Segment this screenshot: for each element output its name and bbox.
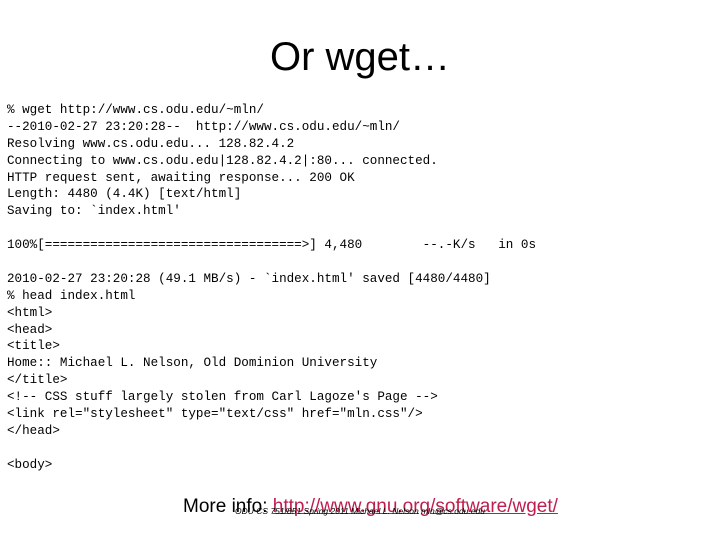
terminal-line: HTTP request sent, awaiting response... … (7, 170, 355, 185)
terminal-line: <link rel="stylesheet" type="text/css" h… (7, 407, 423, 422)
terminal-line: </title> (7, 373, 68, 388)
terminal-line: <title> (7, 339, 60, 354)
terminal-line: Resolving www.cs.odu.edu... 128.82.4.2 (7, 136, 295, 151)
terminal-line: </head> (7, 423, 60, 438)
terminal-line: % head index.html (7, 288, 136, 303)
terminal-line: Length: 4480 (4.4K) [text/html] (7, 187, 242, 202)
terminal-line: 100%[==================================>… (7, 238, 537, 253)
page-title: Or wget… (269, 35, 451, 79)
terminal-line: <head> (7, 322, 53, 337)
terminal-line: <html> (7, 305, 53, 320)
slide-footer: ODU CS 751/851 Spring 2011 Michael L. Ne… (235, 506, 485, 516)
terminal-line: Saving to: `index.html' (7, 204, 181, 219)
slide-canvas: Or wget… % wget http://www.cs.odu.edu/~m… (0, 0, 720, 540)
terminal-transcript: % wget http://www.cs.odu.edu/~mln/ --2010… (7, 102, 717, 474)
more-info-block: More info: http://www.gnu.org/software/w… (183, 447, 558, 540)
terminal-line: Home:: Michael L. Nelson, Old Dominion U… (7, 356, 378, 371)
terminal-line: % wget http://www.cs.odu.edu/~mln/ (7, 103, 264, 117)
terminal-line: 2010-02-27 23:20:28 (49.1 MB/s) - `index… (7, 271, 491, 286)
terminal-line: <!-- CSS stuff largely stolen from Carl … (7, 390, 438, 405)
terminal-line: --2010-02-27 23:20:28-- http://www.cs.od… (7, 119, 400, 134)
terminal-line: Connecting to www.cs.odu.edu|128.82.4.2|… (7, 153, 438, 168)
